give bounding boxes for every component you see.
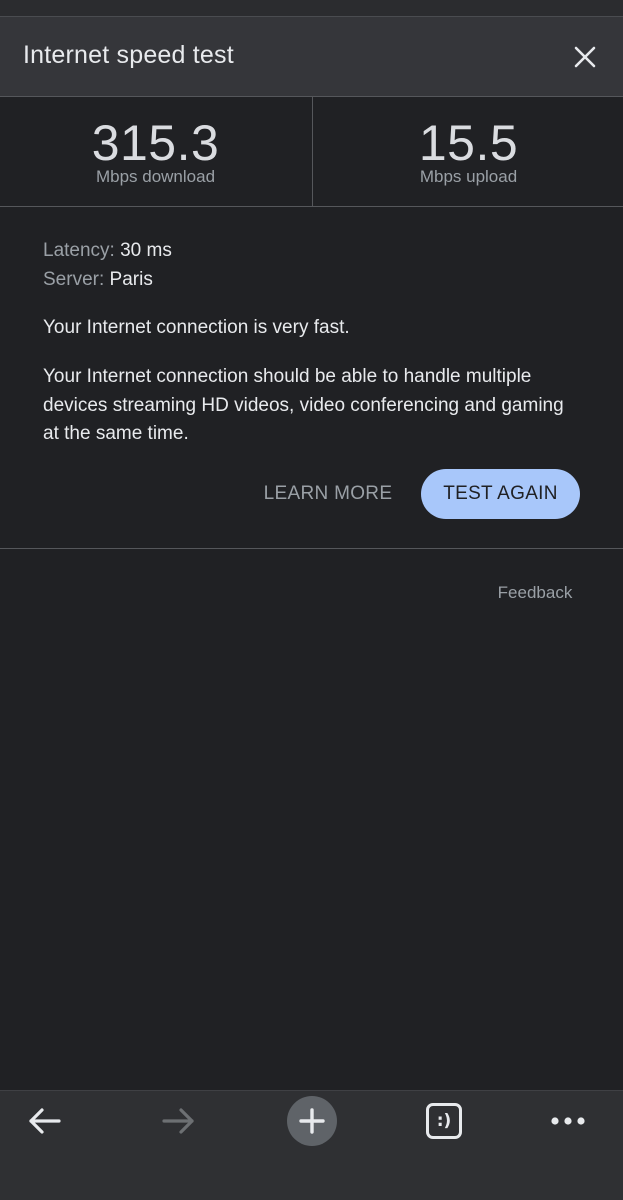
back-button[interactable] (15, 1091, 75, 1151)
download-speed-unit: Mbps download (95, 167, 216, 186)
top-strip (0, 0, 623, 17)
server-row: Server: Paris (43, 267, 583, 296)
close-button[interactable] (567, 39, 603, 75)
download-metric: 315.3 Mbps download (0, 97, 311, 206)
arrow-right-icon (162, 1108, 194, 1134)
upload-speed-unit: Mbps upload (419, 167, 518, 186)
plus-icon (299, 1108, 325, 1134)
latency-row: Latency: 30 ms (43, 238, 583, 267)
download-speed-value: 315.3 (91, 115, 220, 171)
upload-metric: 15.5 Mbps upload (312, 97, 623, 206)
server-value: Paris (109, 269, 153, 290)
tab-switcher-button[interactable]: :) (414, 1091, 474, 1151)
server-label: Server: (43, 269, 105, 290)
new-tab-circle (287, 1096, 337, 1146)
browser-bottom-toolbar: :) (0, 1090, 623, 1200)
tab-switcher-icon: :) (426, 1103, 462, 1139)
tab-switcher-badge: :) (436, 1111, 452, 1131)
more-horizontal-icon (551, 1117, 585, 1125)
speed-metrics: 315.3 Mbps download 15.5 Mbps upload (0, 97, 623, 207)
speed-test-page: Internet speed test 315.3 Mbps download … (0, 0, 623, 1200)
arrow-left-icon (29, 1108, 61, 1134)
learn-more-button[interactable]: LEARN MORE (250, 470, 406, 518)
latency-label: Latency: (43, 240, 115, 261)
more-menu-button[interactable] (538, 1091, 598, 1151)
new-tab-button[interactable] (282, 1091, 342, 1151)
latency-value: 30 ms (120, 240, 172, 261)
dialog-title: Internet speed test (23, 41, 234, 69)
section-divider (0, 548, 623, 549)
result-details: Latency: 30 ms Server: Paris Your Intern… (43, 238, 583, 449)
upload-speed-value: 15.5 (418, 115, 519, 171)
forward-button[interactable] (148, 1091, 208, 1151)
feedback-link[interactable]: Feedback (480, 580, 590, 606)
speed-summary: Your Internet connection is very fast. (43, 317, 350, 338)
dialog-header: Internet speed test (0, 17, 623, 97)
test-again-button[interactable]: TEST AGAIN (421, 469, 580, 519)
speed-description: Your Internet connection should be able … (43, 366, 564, 444)
close-icon (574, 46, 596, 68)
